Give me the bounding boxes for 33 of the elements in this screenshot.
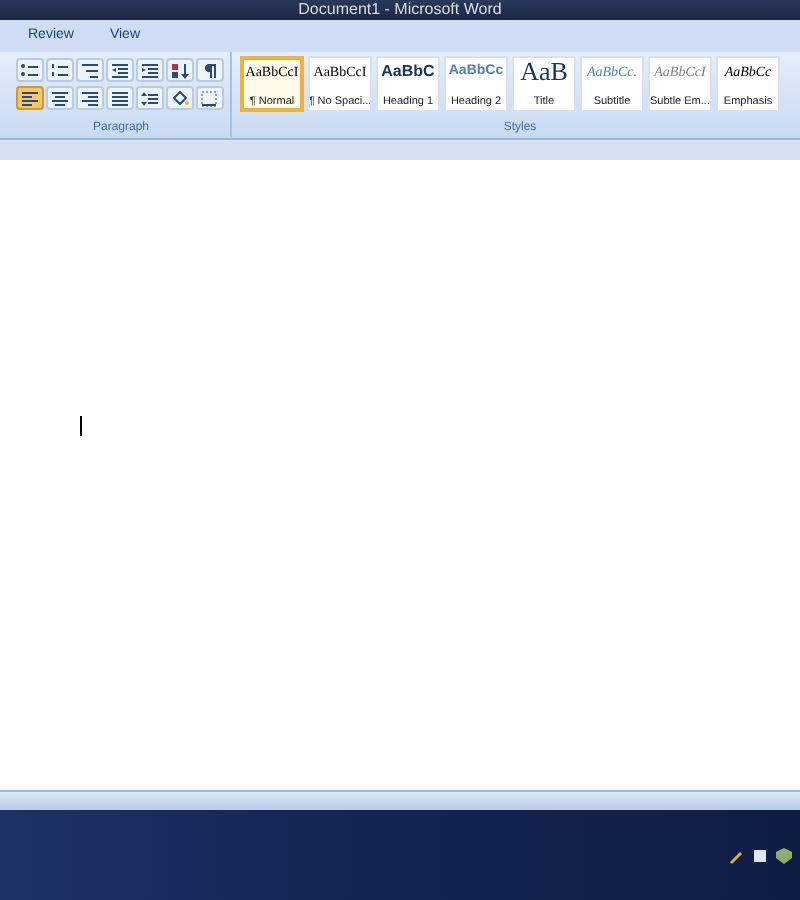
align-right-button[interactable] [76, 86, 104, 110]
indent-button[interactable] [136, 58, 164, 82]
line-spacing-button[interactable] [136, 86, 164, 110]
window-title: Document1 - Microsoft Word [298, 0, 502, 20]
shield-icon[interactable] [776, 847, 792, 863]
align-right-icon [80, 89, 100, 107]
outdent-icon [110, 61, 130, 79]
sort-button[interactable] [166, 58, 194, 82]
list-icon [80, 61, 100, 79]
numbering-button[interactable] [46, 58, 74, 82]
bullets-button[interactable] [16, 58, 44, 82]
line-spacing-icon [140, 89, 160, 107]
sort-icon [170, 61, 190, 79]
justify-icon [110, 89, 130, 107]
align-left-icon [20, 89, 40, 107]
paint-bucket-icon [170, 89, 190, 107]
numbering-icon [50, 61, 70, 79]
align-center-button[interactable] [46, 86, 74, 110]
indent-icon [140, 61, 160, 79]
borders-icon [200, 89, 220, 107]
style-sample: AaBbC [381, 60, 435, 84]
bullets-icon [20, 61, 40, 79]
pilcrow-icon [200, 61, 220, 79]
multilevel-button[interactable] [76, 58, 104, 82]
align-center-icon [50, 89, 70, 107]
style-sample: AaB [520, 58, 568, 86]
justify-button[interactable] [106, 86, 134, 110]
shading-button[interactable] [166, 86, 194, 110]
borders-button[interactable] [196, 86, 224, 110]
text-cursor [80, 416, 82, 436]
outdent-button[interactable] [106, 58, 134, 82]
align-left-button[interactable] [16, 86, 44, 110]
pilcrow-button[interactable] [196, 58, 224, 82]
